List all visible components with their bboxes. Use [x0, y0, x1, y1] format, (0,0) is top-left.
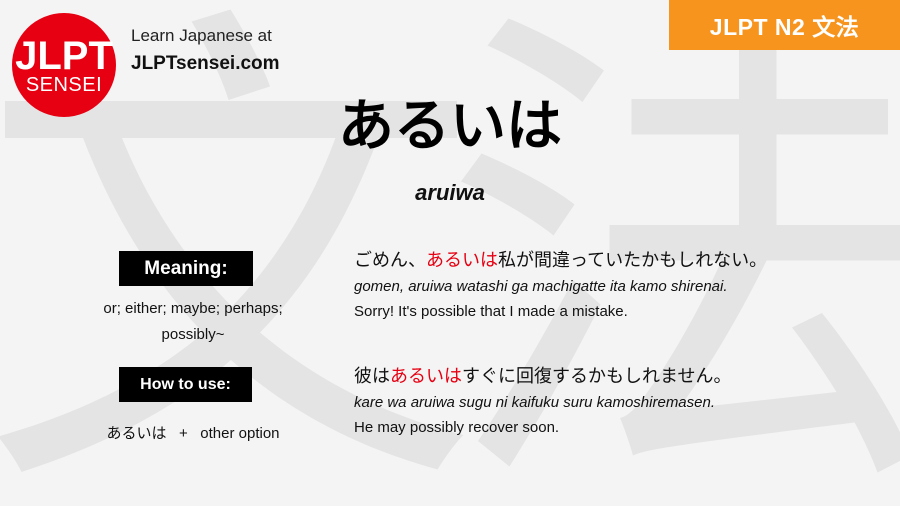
site-link[interactable]: JLPTsensei.com — [131, 53, 280, 75]
meaning-text: or; either; maybe; perhaps; possibly~ — [103, 300, 283, 343]
level-badge: JLPT N2 文法 — [669, 0, 900, 50]
pattern-plus: + — [179, 425, 188, 442]
example-sentence: 彼はあるいはすぐに回復するかもしれません。 kare wa aruiwa sug… — [354, 363, 731, 441]
example-english: He may possibly recover soon. — [354, 419, 560, 436]
example-jp-before: 彼は — [354, 366, 390, 387]
example-jp-before: ごめん、 — [354, 250, 426, 271]
example-jp-after: すぐに回復するかもしれません。 — [462, 366, 732, 387]
example-english: Sorry! It's possible that I made a mista… — [354, 303, 628, 320]
how-to-use-label: How to use: — [119, 367, 252, 402]
grammar-romaji: aruiwa — [415, 180, 485, 205]
pattern-option: other option — [200, 425, 280, 442]
grammar-card: 文 法 JLPT SENSEI Learn Japanese at JLPTse… — [0, 0, 900, 506]
example-romaji: gomen, aruiwa watashi ga machigatte ita … — [354, 278, 728, 295]
pattern-grammar: あるいは — [106, 424, 167, 442]
example-japanese: 彼はあるいはすぐに回復するかもしれません。 — [354, 363, 731, 391]
example-sentence: ごめん、あるいは私が間違っていたかもしれない。 gomen, aruiwa wa… — [354, 247, 767, 325]
how-to-use-pattern: あるいは + other option — [70, 422, 316, 443]
tagline: Learn Japanese at — [131, 26, 272, 45]
example-romaji: kare wa aruiwa sugu ni kaifuku suru kamo… — [354, 394, 716, 411]
example-jp-highlight: あるいは — [390, 366, 462, 387]
meaning-label: Meaning: — [119, 251, 253, 286]
example-jp-after: 私が間違っていたかもしれない。 — [498, 250, 768, 271]
example-japanese: ごめん、あるいは私が間違っていたかもしれない。 — [354, 247, 767, 275]
example-jp-highlight: あるいは — [426, 250, 498, 271]
grammar-title: あるいは — [338, 94, 562, 159]
logo-main-text: JLPT — [15, 34, 113, 78]
